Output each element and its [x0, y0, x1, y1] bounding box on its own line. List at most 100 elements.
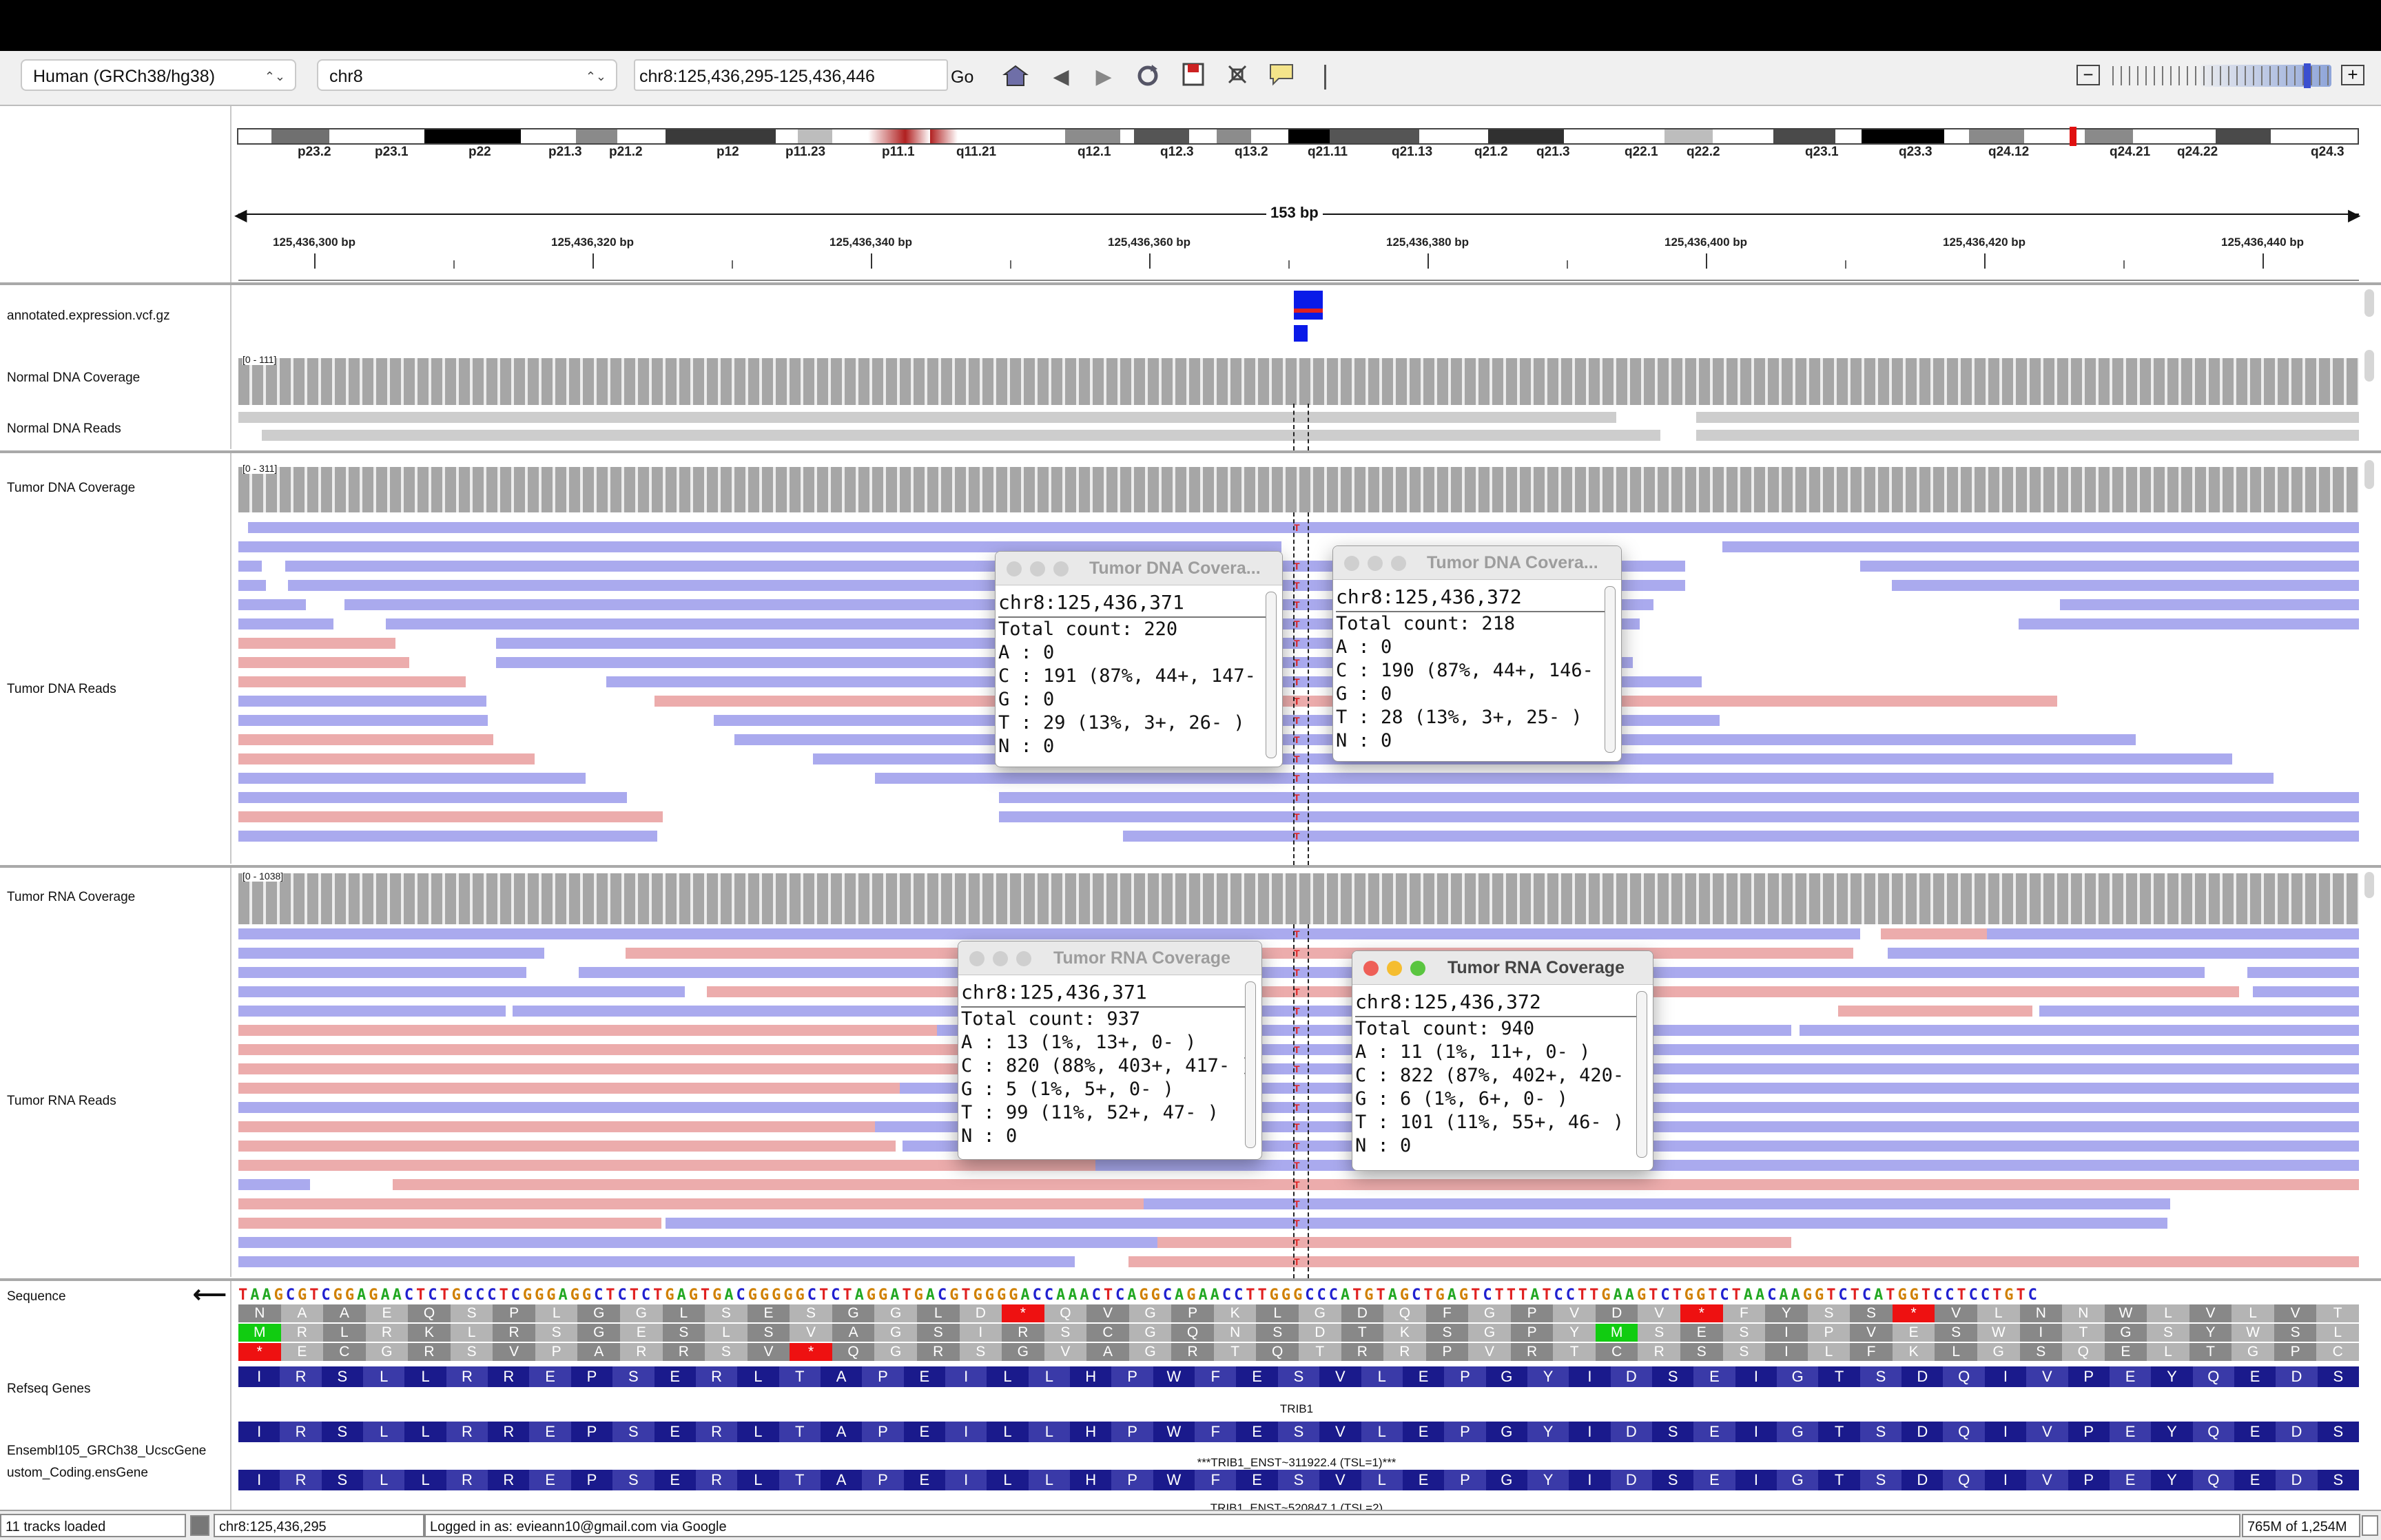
aligned-read[interactable]: [238, 1083, 900, 1094]
aligned-read[interactable]: [238, 599, 306, 610]
tumor-coverage-track[interactable]: [238, 467, 2359, 512]
zoom-dot-icon[interactable]: [1391, 556, 1406, 571]
aligned-read[interactable]: [1157, 1237, 1791, 1248]
tumor-dna-scrollbar[interactable]: [2364, 460, 2374, 489]
zoom-thumb[interactable]: [2304, 63, 2311, 88]
aligned-read[interactable]: [999, 811, 2359, 822]
aligned-read[interactable]: [1881, 928, 1991, 939]
aligned-read[interactable]: [238, 1160, 1095, 1171]
popup-scrollbar[interactable]: [1245, 981, 1256, 1148]
minimize-dot-icon[interactable]: [993, 951, 1008, 966]
normal-read[interactable]: [1696, 412, 2359, 423]
aligned-read[interactable]: [238, 1121, 875, 1132]
aligned-read[interactable]: [238, 773, 586, 784]
aligned-read[interactable]: [238, 1141, 896, 1152]
aligned-read[interactable]: [238, 967, 526, 978]
vcf-scrollbar[interactable]: [2364, 289, 2374, 317]
genome-dropdown[interactable]: Human (GRCh38/hg38) ⌃⌄: [21, 59, 296, 91]
back-icon[interactable]: ◀: [1046, 62, 1076, 92]
popup-dna-371[interactable]: Tumor DNA Covera... chr8:125,436,371 Tot…: [995, 551, 1283, 767]
normal-coverage-label[interactable]: Normal DNA Coverage: [7, 371, 140, 386]
sequence-label[interactable]: Sequence: [7, 1289, 66, 1304]
aligned-read[interactable]: [238, 831, 657, 842]
aligned-read[interactable]: [1892, 580, 2359, 591]
zoom-dot-icon[interactable]: [1053, 561, 1069, 576]
aligned-read[interactable]: [1838, 1006, 2032, 1017]
aligned-read[interactable]: [393, 1179, 2359, 1190]
aligned-read[interactable]: [238, 1218, 661, 1229]
go-button[interactable]: Go: [951, 67, 973, 87]
zoom-widget[interactable]: − +: [2076, 62, 2366, 90]
fit-icon[interactable]: [1222, 62, 1253, 92]
popup-dna-372[interactable]: Tumor DNA Covera... chr8:125,436,372 Tot…: [1332, 545, 1622, 762]
aligned-read[interactable]: [238, 1044, 978, 1055]
rna-coverage-label[interactable]: Tumor RNA Coverage: [7, 890, 135, 905]
custom-gene-feature[interactable]: IRSLLRREPSERLTAPEILLHPWFESVLEPGYIDSEIGTS…: [238, 1470, 2359, 1490]
zoom-dot-icon[interactable]: [1410, 961, 1425, 976]
refseq-gene-feature[interactable]: IRSLLRREPSERLTAPEILLHPWFESVLEPGYIDSEIGTS…: [238, 1366, 2359, 1387]
aligned-read[interactable]: [238, 676, 466, 687]
region-icon[interactable]: [1178, 62, 1208, 92]
aligned-read[interactable]: [238, 561, 262, 572]
ensembl-gene-feature[interactable]: IRSLLRREPSERLTAPEILLHPWFESVLEPGYIDSEIGTS…: [238, 1422, 2359, 1442]
aligned-read[interactable]: [238, 734, 493, 745]
aligned-read[interactable]: [2247, 967, 2359, 978]
aligned-read[interactable]: [238, 986, 685, 997]
tumor-rna-scrollbar[interactable]: [2364, 872, 2374, 898]
normal-read[interactable]: [238, 412, 1616, 423]
aligned-read[interactable]: [1095, 1160, 2359, 1171]
forward-icon[interactable]: ▶: [1089, 62, 1119, 92]
aligned-read[interactable]: [238, 1102, 891, 1113]
aligned-read[interactable]: [1888, 948, 2359, 959]
refseq-label[interactable]: Refseq Genes: [7, 1382, 90, 1397]
normal-coverage-track[interactable]: [238, 358, 2359, 405]
variant-marker[interactable]: [1294, 291, 1323, 320]
normal-reads-label[interactable]: Normal DNA Reads: [7, 422, 121, 437]
rna-coverage-track[interactable]: [238, 873, 2359, 924]
aligned-read[interactable]: [238, 580, 266, 591]
popup-rna-372[interactable]: Tumor RNA Coverage chr8:125,436,372 Tota…: [1352, 950, 1653, 1171]
zoom-slider[interactable]: [2112, 66, 2333, 85]
tumor-reads-label[interactable]: Tumor DNA Reads: [7, 682, 116, 697]
aligned-read[interactable]: [238, 1006, 506, 1017]
aligned-read[interactable]: [2060, 599, 2359, 610]
aligned-read[interactable]: [238, 753, 535, 764]
close-dot-icon[interactable]: [1363, 961, 1379, 976]
ensembl-label[interactable]: Ensembl105_GRCh38_UcscGene: [7, 1444, 206, 1459]
aligned-read[interactable]: [238, 928, 1860, 939]
aligned-read[interactable]: [1722, 541, 2359, 552]
minimize-dot-icon[interactable]: [1387, 961, 1402, 976]
popup-icon[interactable]: [1266, 62, 1297, 92]
reference-sequence[interactable]: TAAGCGTCGGAGAACTCTGCCCTCGGGAGGCTCTCTGAGT…: [238, 1287, 2359, 1304]
popup-scrollbar[interactable]: [1266, 592, 1277, 758]
aligned-read[interactable]: [875, 773, 2274, 784]
close-dot-icon[interactable]: [1344, 556, 1359, 571]
aligned-read[interactable]: [238, 1025, 937, 1036]
aligned-read[interactable]: [238, 715, 488, 726]
aligned-read[interactable]: [238, 618, 333, 629]
popup-scrollbar[interactable]: [1605, 586, 1616, 753]
aligned-read[interactable]: [238, 811, 663, 822]
aligned-read[interactable]: [999, 792, 2359, 803]
strand-arrow-icon[interactable]: ⟵: [193, 1281, 227, 1309]
aligned-read[interactable]: [238, 1237, 1157, 1248]
popup-rna-371[interactable]: Tumor RNA Coverage chr8:125,436,371 Tota…: [958, 941, 1262, 1160]
aligned-read[interactable]: [2019, 618, 2359, 629]
aligned-read[interactable]: [238, 948, 544, 959]
zoom-dot-icon[interactable]: [1016, 951, 1031, 966]
aligned-read[interactable]: [238, 638, 395, 649]
aligned-read[interactable]: [238, 792, 627, 803]
zoom-in-button[interactable]: +: [2341, 65, 2364, 85]
close-dot-icon[interactable]: [969, 951, 985, 966]
vcf-track-label[interactable]: annotated.expression.vcf.gz: [7, 309, 170, 324]
close-dot-icon[interactable]: [1007, 561, 1022, 576]
normal-scrollbar[interactable]: [2364, 350, 2374, 382]
minimize-dot-icon[interactable]: [1368, 556, 1383, 571]
popup-scrollbar[interactable]: [1636, 991, 1647, 1158]
chromosome-dropdown[interactable]: chr8 ⌃⌄: [317, 59, 617, 91]
normal-read[interactable]: [262, 430, 1660, 441]
home-icon[interactable]: [1000, 62, 1031, 92]
tumor-coverage-label[interactable]: Tumor DNA Coverage: [7, 481, 135, 496]
normal-read[interactable]: [1696, 430, 2359, 441]
resize-handle[interactable]: [2362, 1515, 2378, 1536]
